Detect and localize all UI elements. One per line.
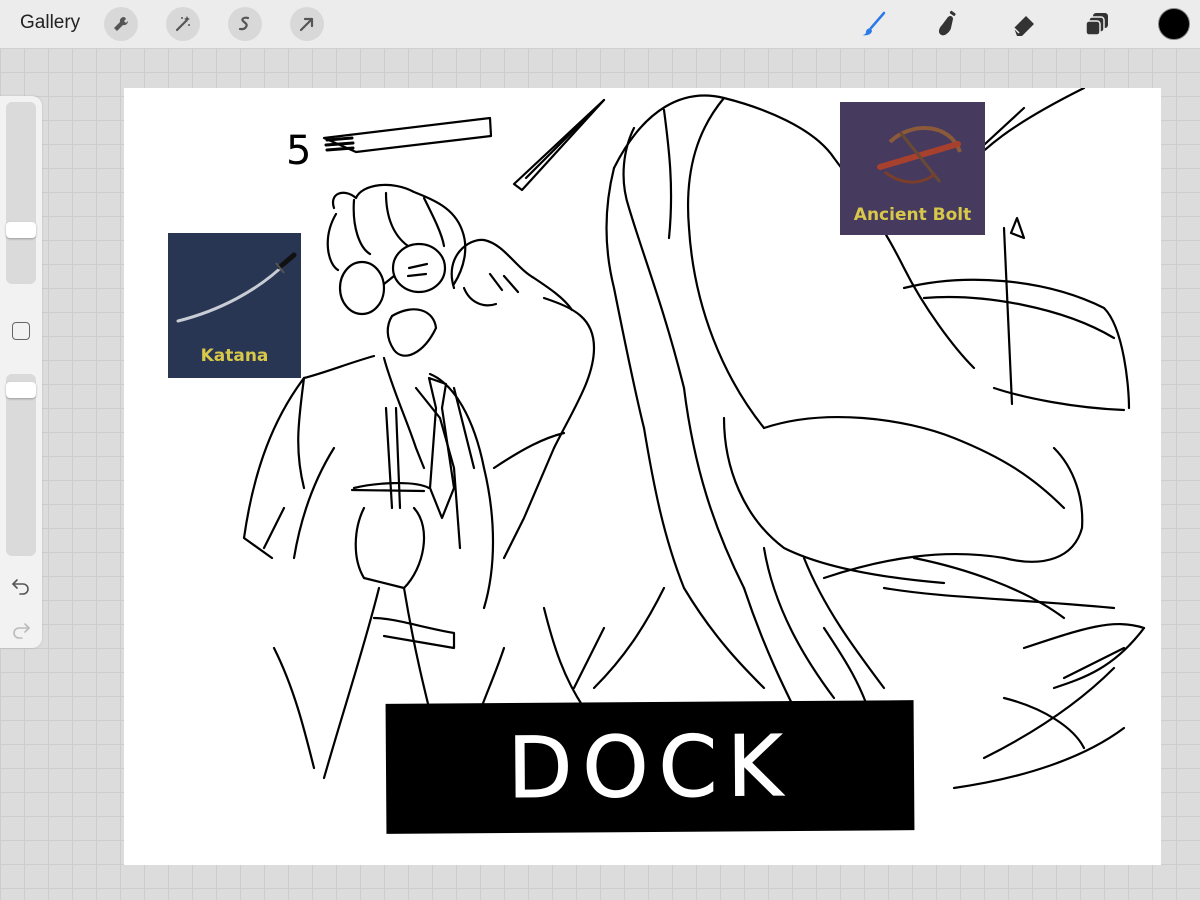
crossbow-icon bbox=[877, 126, 962, 184]
modify-button[interactable] bbox=[12, 322, 30, 340]
brush-size-slider[interactable] bbox=[6, 102, 36, 284]
left-sidebar bbox=[0, 96, 42, 648]
doodle-number: 5 bbox=[286, 128, 311, 174]
redo-icon[interactable] bbox=[10, 618, 32, 640]
dock-text: DOCK bbox=[507, 717, 793, 818]
undo-icon[interactable] bbox=[10, 574, 32, 596]
color-picker[interactable] bbox=[1158, 8, 1190, 40]
layers-icon[interactable] bbox=[1080, 6, 1116, 42]
katana-icon bbox=[176, 252, 297, 323]
transform-arrow-icon[interactable] bbox=[290, 7, 324, 41]
brush-icon[interactable] bbox=[856, 6, 892, 42]
drawing-canvas[interactable]: 5 Katana Ancient Bolt DOCK bbox=[124, 88, 1161, 865]
magic-wand-icon[interactable] bbox=[166, 7, 200, 41]
eraser-icon[interactable] bbox=[1006, 6, 1042, 42]
opacity-thumb[interactable] bbox=[6, 382, 36, 399]
selection-icon[interactable] bbox=[228, 7, 262, 41]
ancient-bolt-item-card: Ancient Bolt bbox=[840, 102, 985, 235]
top-toolbar: Gallery bbox=[0, 0, 1200, 49]
smudge-icon[interactable] bbox=[928, 6, 964, 42]
dock-banner: DOCK bbox=[385, 700, 915, 834]
wrench-icon[interactable] bbox=[104, 7, 138, 41]
katana-item-card: Katana bbox=[168, 233, 301, 378]
opacity-slider[interactable] bbox=[6, 374, 36, 556]
gallery-button[interactable]: Gallery bbox=[20, 12, 80, 34]
brush-size-thumb[interactable] bbox=[6, 221, 36, 238]
